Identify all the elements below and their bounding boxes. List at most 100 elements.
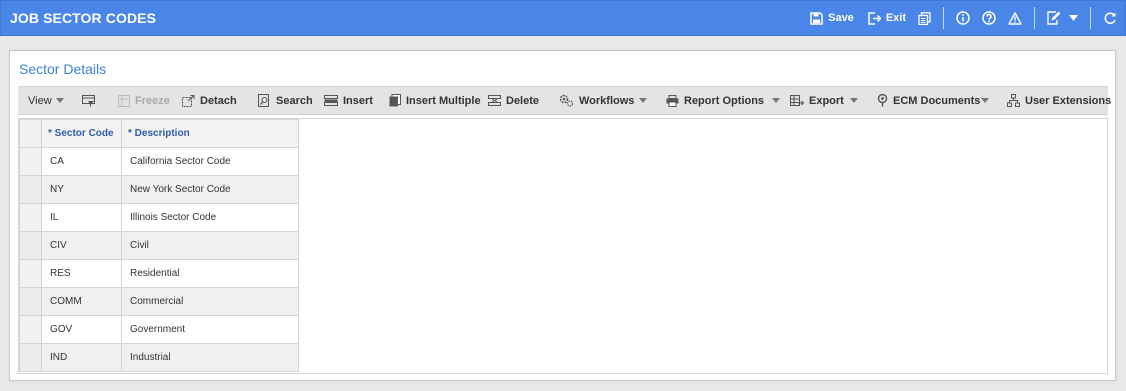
cell-sector-code[interactable]: COMM <box>41 287 122 316</box>
caret-down-icon <box>639 98 647 103</box>
documents-button[interactable] <box>918 11 931 25</box>
warning-icon <box>1008 11 1022 25</box>
search-label: Search <box>276 94 313 107</box>
freeze-label: Freeze <box>135 94 170 107</box>
row-selector-header[interactable] <box>19 119 42 148</box>
edit-icon <box>1047 11 1061 25</box>
row-selector[interactable] <box>19 231 42 260</box>
table-row[interactable]: COMM Commercial <box>19 287 299 316</box>
table-row[interactable]: GOV Government <box>19 315 299 344</box>
view-menu[interactable]: View <box>28 87 69 114</box>
report-options-button[interactable]: Report Options <box>666 87 764 114</box>
cell-description[interactable]: Commercial <box>121 287 299 316</box>
grid-body: CA California Sector Code NY New York Secto… <box>19 147 299 372</box>
exit-icon <box>868 11 881 25</box>
report-options-label: Report Options <box>684 94 765 107</box>
grid-header-row: * Sector Code * Description <box>19 119 299 148</box>
user-extensions-button[interactable]: User Extensions <box>1007 87 1111 114</box>
save-label: Save <box>828 12 854 24</box>
cell-description[interactable]: Illinois Sector Code <box>121 203 299 232</box>
filter-button[interactable] <box>82 87 100 114</box>
documents-icon <box>918 11 931 25</box>
cell-sector-code[interactable]: CA <box>41 147 122 176</box>
search-icon <box>258 94 269 107</box>
table-row[interactable]: NY New York Sector Code <box>19 175 299 204</box>
ecm-documents-button[interactable]: ECM Documents <box>877 87 980 114</box>
column-header-sector-code[interactable]: * Sector Code <box>41 119 122 148</box>
export-dropdown[interactable] <box>850 87 858 114</box>
hierarchy-icon <box>1007 94 1020 107</box>
row-selector[interactable] <box>19 203 42 232</box>
report-options-dropdown[interactable] <box>772 87 780 114</box>
workflows-button[interactable]: Workflows <box>559 87 634 114</box>
freeze-icon <box>118 94 130 107</box>
refresh-button[interactable] <box>1103 11 1117 25</box>
row-selector[interactable] <box>19 259 42 288</box>
insert-button[interactable]: Insert <box>324 87 373 114</box>
row-selector[interactable] <box>19 315 42 344</box>
window-title: JOB SECTOR CODES <box>10 10 157 26</box>
table-row[interactable]: CA California Sector Code <box>19 147 299 176</box>
warning-button[interactable] <box>1008 11 1022 25</box>
insert-label: Insert <box>343 94 373 107</box>
separator <box>1090 7 1091 29</box>
detach-icon <box>182 94 195 107</box>
cell-description[interactable]: Civil <box>121 231 299 260</box>
cell-description[interactable]: California Sector Code <box>121 147 299 176</box>
caret-down-icon <box>772 98 780 103</box>
save-icon <box>810 11 823 25</box>
cell-sector-code[interactable]: GOV <box>41 315 122 344</box>
cell-description[interactable]: New York Sector Code <box>121 175 299 204</box>
insert-multiple-button[interactable]: Insert Multiple <box>389 87 481 114</box>
save-button[interactable]: Save <box>810 11 854 25</box>
cell-sector-code[interactable]: NY <box>41 175 122 204</box>
ecm-pin-icon <box>877 94 888 107</box>
cell-description[interactable]: Industrial <box>121 343 299 372</box>
title-bar: JOB SECTOR CODES Save Exit <box>0 0 1126 36</box>
workflows-label: Workflows <box>579 94 635 107</box>
user-extensions-label: User Extensions <box>1025 94 1112 107</box>
ecm-documents-dropdown[interactable] <box>981 87 989 114</box>
table-row[interactable]: IL Illinois Sector Code <box>19 203 299 232</box>
row-selector[interactable] <box>19 175 42 204</box>
delete-button[interactable]: Delete <box>488 87 539 114</box>
row-selector[interactable] <box>19 343 42 372</box>
cell-sector-code[interactable]: CIV <box>41 231 122 260</box>
caret-down-icon <box>55 98 64 103</box>
row-selector[interactable] <box>19 147 42 176</box>
cell-description[interactable]: Residential <box>121 259 299 288</box>
detach-button[interactable]: Detach <box>182 87 237 114</box>
table-row[interactable]: IND Industrial <box>19 343 299 372</box>
workflows-dropdown[interactable] <box>639 87 647 114</box>
filter-grid-icon <box>82 94 95 107</box>
grid-toolbar: View Freeze Detach Search Insert Insert … <box>18 86 1111 115</box>
cell-sector-code[interactable]: IND <box>41 343 122 372</box>
export-button[interactable]: Export <box>790 87 844 114</box>
caret-down-icon <box>981 98 989 103</box>
separator <box>1034 7 1035 29</box>
info-button[interactable] <box>956 11 970 25</box>
caret-down-icon <box>850 98 858 103</box>
separator <box>943 7 944 29</box>
delete-row-icon <box>488 95 501 106</box>
export-label: Export <box>809 94 844 107</box>
title-actions: Save Exit <box>796 1 1125 35</box>
sector-details-panel: Sector Details View Freeze Detach Search… <box>9 50 1116 381</box>
export-grid-icon <box>790 94 804 106</box>
table-row[interactable]: RES Residential <box>19 259 299 288</box>
table-row[interactable]: CIV Civil <box>19 231 299 260</box>
workflows-gear-icon <box>559 94 574 107</box>
cell-description[interactable]: Government <box>121 315 299 344</box>
info-icon <box>956 11 970 25</box>
row-selector[interactable] <box>19 287 42 316</box>
help-button[interactable] <box>982 11 996 25</box>
edit-menu-button[interactable] <box>1047 11 1078 25</box>
column-header-description[interactable]: * Description <box>121 119 299 148</box>
exit-button[interactable]: Exit <box>868 11 906 25</box>
search-button[interactable]: Search <box>258 87 313 114</box>
insert-row-icon <box>324 95 338 106</box>
cell-sector-code[interactable]: RES <box>41 259 122 288</box>
help-icon <box>982 11 996 25</box>
freeze-button[interactable]: Freeze <box>118 87 170 114</box>
cell-sector-code[interactable]: IL <box>41 203 122 232</box>
